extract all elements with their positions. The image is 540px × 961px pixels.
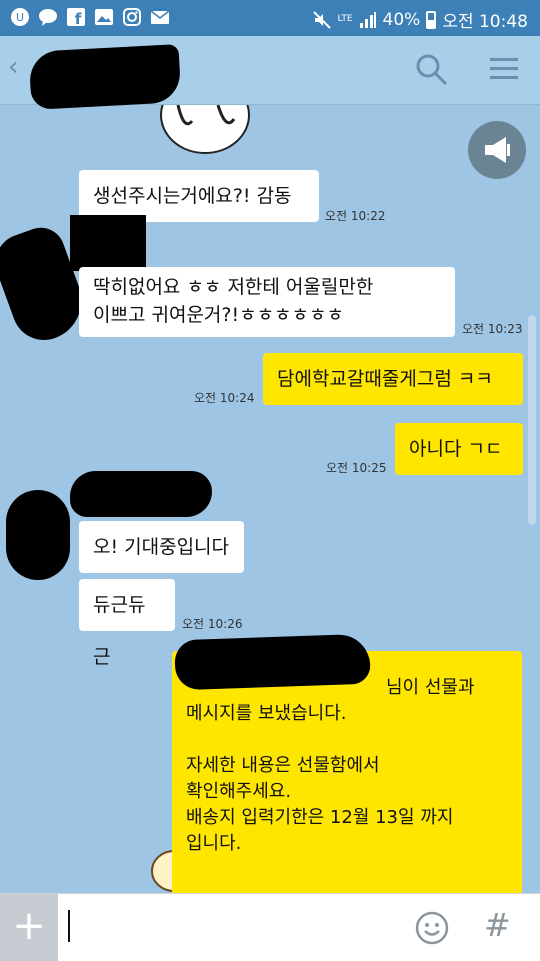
battery-icon bbox=[426, 10, 437, 29]
incoming-message[interactable]: 딱히없어요 ㅎㅎ 저한테 어울릴만한 이쁘고 귀여운거?!ㅎㅎㅎㅎㅎㅎ bbox=[79, 267, 455, 337]
megaphone-icon bbox=[485, 137, 510, 163]
emoticon-sticker bbox=[160, 105, 250, 154]
hash-search-button[interactable]: # bbox=[484, 906, 511, 944]
hamburger-menu-icon[interactable] bbox=[490, 56, 518, 82]
gift-text-line: 입니다. bbox=[186, 833, 242, 854]
chat-bubble-icon bbox=[39, 9, 57, 26]
message-time: 오전 10:25 bbox=[326, 461, 387, 475]
incoming-message[interactable]: 오! 기대중입니다 bbox=[79, 521, 244, 573]
battery-percent: 40% bbox=[382, 9, 421, 30]
svg-text:f: f bbox=[75, 10, 82, 27]
instagram-icon bbox=[123, 8, 141, 26]
mute-icon bbox=[312, 10, 331, 29]
scrollbar[interactable] bbox=[528, 315, 536, 525]
redacted-chat-name bbox=[28, 44, 182, 110]
outgoing-message[interactable]: 아니다 ㄱㄷ bbox=[395, 423, 523, 475]
attach-plus-button[interactable]: + bbox=[0, 894, 58, 961]
message-time: 오전 10:22 bbox=[325, 209, 386, 223]
signal-icon bbox=[359, 11, 376, 28]
emoticon-icon[interactable] bbox=[414, 910, 450, 946]
text-cursor bbox=[68, 910, 70, 942]
redacted-sender-name bbox=[70, 215, 146, 271]
outgoing-message[interactable]: 담에학교갈때줄게그럼 ㅋㅋ bbox=[263, 353, 523, 405]
message-text-line: 딱히없어요 ㅎㅎ 저한테 어울릴만한 bbox=[93, 276, 374, 298]
message-text: 담에학교갈때줄게그럼 ㅋㅋ bbox=[277, 368, 493, 390]
incoming-message[interactable]: 듀근듀근 bbox=[79, 579, 175, 668]
svg-text:U: U bbox=[16, 11, 24, 24]
status-bar: U f LTE 40% 오전 10:48 bbox=[0, 0, 540, 36]
gift-text-line: 메시지를 보냈습니다. bbox=[186, 703, 347, 724]
search-icon[interactable] bbox=[414, 52, 448, 86]
network-type: LTE bbox=[337, 14, 353, 24]
message-text: 오! 기대중입니다 bbox=[93, 536, 230, 558]
redacted-profile-photo bbox=[6, 490, 70, 580]
gift-text-line: 배송지 입력기한은 12월 13일 까지 bbox=[186, 807, 454, 828]
app-notification-icon: U bbox=[11, 8, 29, 26]
clock: 오전 10:48 bbox=[442, 12, 528, 32]
message-text: 아니다 ㄱㄷ bbox=[409, 438, 503, 460]
message-input-bar: + # bbox=[0, 893, 540, 961]
redacted-gift-sender bbox=[174, 633, 371, 691]
message-text: 듀근듀근 bbox=[93, 594, 146, 668]
message-text-line: 이쁘고 귀여운거?!ㅎㅎㅎㅎㅎㅎ bbox=[93, 304, 344, 326]
chat-area[interactable]: 생선주시는거에요?! 감동 오전 10:22 딱히없어요 ㅎㅎ 저한테 어울릴만… bbox=[0, 105, 540, 893]
mail-icon bbox=[150, 10, 170, 24]
back-icon[interactable]: ‹ bbox=[8, 52, 18, 82]
system-status: LTE 40% 오전 10:48 bbox=[312, 7, 528, 32]
gift-text-line: 확인해주세요. bbox=[186, 781, 292, 802]
message-time: 오전 10:23 bbox=[462, 322, 523, 336]
notification-icons: U f bbox=[10, 7, 170, 27]
notice-megaphone-button[interactable] bbox=[468, 121, 526, 179]
facebook-icon: f bbox=[67, 8, 85, 27]
message-time: 오전 10:26 bbox=[182, 617, 243, 631]
message-time: 오전 10:24 bbox=[194, 391, 255, 405]
chat-header: ‹ bbox=[0, 36, 540, 110]
gallery-icon bbox=[95, 9, 113, 25]
message-text: 생선주시는거에요?! 감동 bbox=[93, 185, 292, 207]
redacted-sender-name bbox=[70, 471, 212, 517]
message-input[interactable] bbox=[66, 904, 400, 952]
gift-text-line: 자세한 내용은 선물함에서 bbox=[186, 755, 380, 776]
